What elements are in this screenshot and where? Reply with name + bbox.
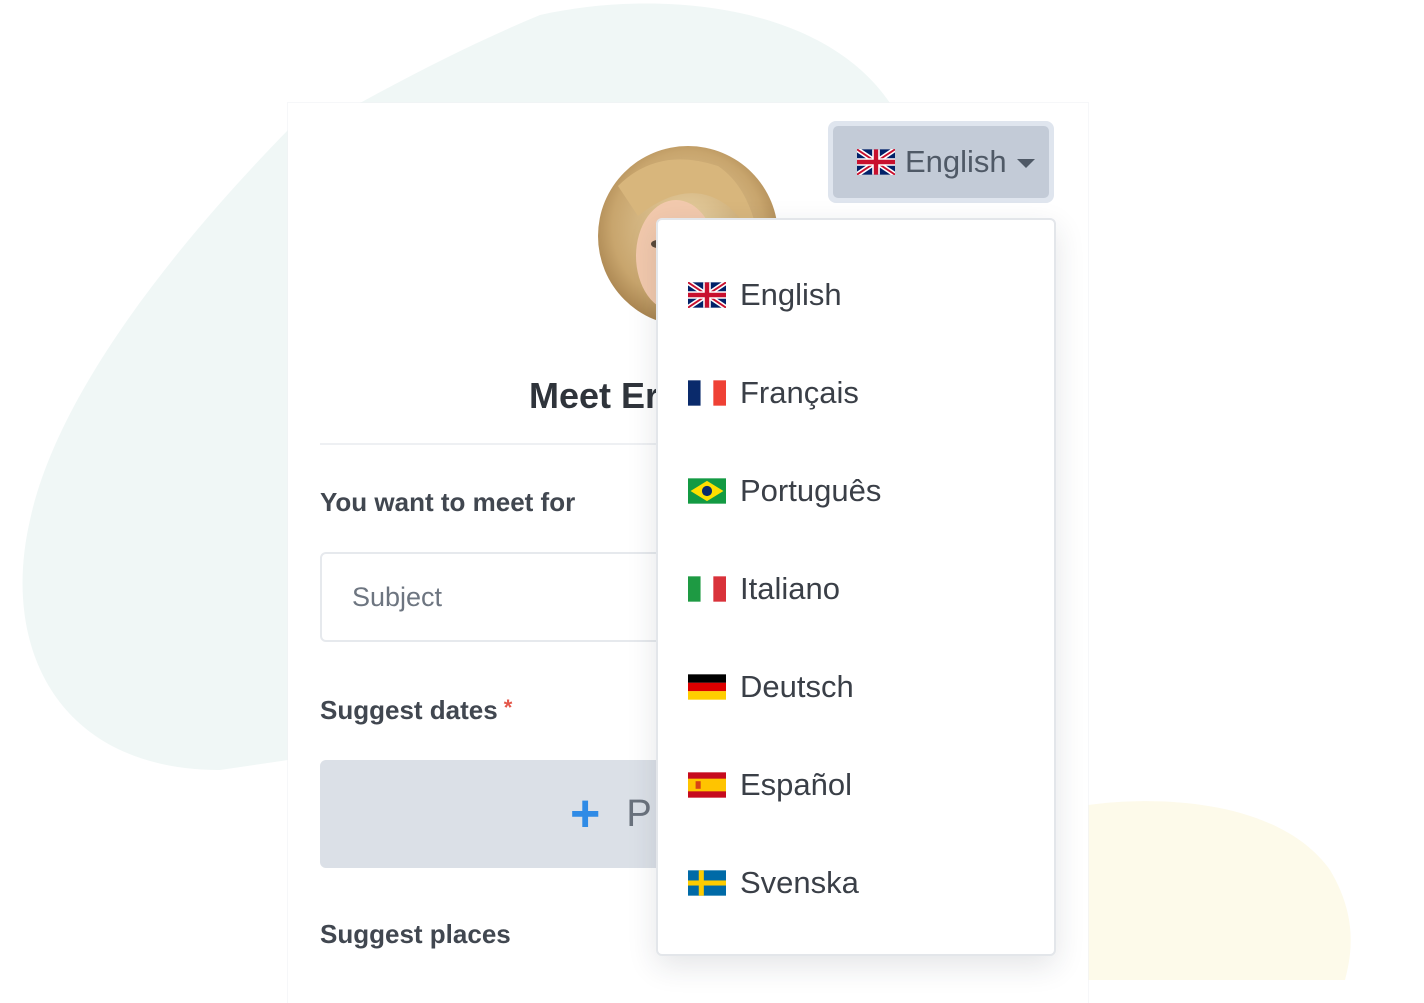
plus-icon: + bbox=[570, 785, 601, 843]
language-option-label: Italiano bbox=[740, 571, 840, 606]
language-option-francais[interactable]: Français bbox=[658, 363, 1054, 423]
language-option-label: English bbox=[740, 277, 842, 312]
language-option-label: Español bbox=[740, 767, 853, 802]
spain-flag-icon bbox=[688, 772, 726, 798]
language-option-italiano[interactable]: Italiano bbox=[658, 559, 1054, 619]
language-option-english[interactable]: English bbox=[658, 265, 1054, 325]
language-option-portugues[interactable]: Português bbox=[658, 461, 1054, 521]
uk-flag-icon bbox=[688, 282, 726, 308]
italy-flag-icon bbox=[688, 576, 726, 602]
brazil-flag-icon bbox=[688, 478, 726, 504]
suggest-places-label: Suggest places bbox=[320, 919, 511, 949]
language-option-label: Deutsch bbox=[740, 669, 854, 704]
suggest-dates-text: Suggest dates bbox=[320, 695, 498, 725]
meet-for-label: You want to meet for bbox=[320, 487, 576, 517]
language-option-espanol[interactable]: Español bbox=[658, 755, 1054, 815]
caret-down-icon bbox=[1016, 159, 1035, 168]
language-option-label: Svenska bbox=[740, 865, 859, 900]
language-option-label: Français bbox=[740, 375, 859, 410]
language-option-deutsch[interactable]: Deutsch bbox=[658, 657, 1054, 717]
language-selector-button[interactable]: English bbox=[828, 121, 1054, 203]
current-language-label: English bbox=[905, 144, 1007, 179]
page-title: Meet Er bbox=[529, 375, 660, 416]
sweden-flag-icon bbox=[688, 870, 726, 896]
language-dropdown-menu: English Français Português Italiano Deut… bbox=[656, 218, 1056, 956]
germany-flag-icon bbox=[688, 674, 726, 700]
language-option-svenska[interactable]: Svenska bbox=[658, 853, 1054, 913]
required-asterisk: * bbox=[503, 695, 513, 720]
suggest-dates-label: Suggest dates * bbox=[320, 695, 512, 726]
propose-date-label: P bbox=[626, 792, 652, 835]
uk-flag-icon bbox=[857, 149, 895, 175]
subject-placeholder: Subject bbox=[352, 582, 443, 612]
france-flag-icon bbox=[688, 380, 726, 406]
language-option-label: Português bbox=[740, 473, 882, 508]
